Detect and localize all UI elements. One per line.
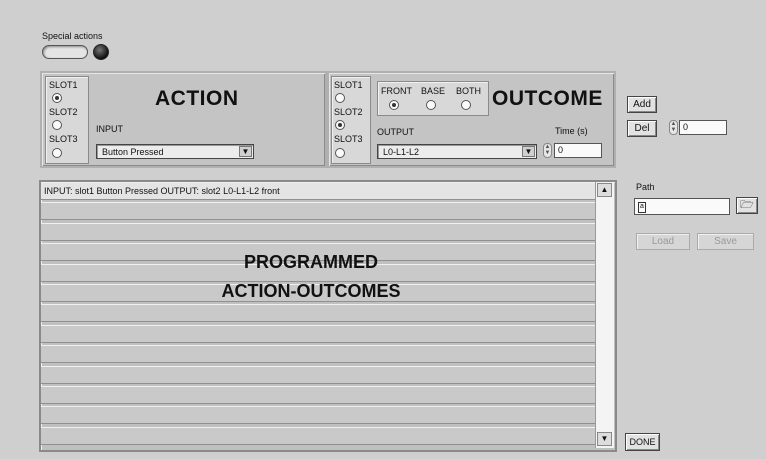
load-button[interactable]: Load xyxy=(636,233,690,250)
action-slot1-radio[interactable] xyxy=(52,93,62,103)
list-scrollbar[interactable]: ▲ ▼ xyxy=(595,182,614,448)
outcome-slot2-label: SLOT2 xyxy=(334,107,363,117)
outcome-slot3-label: SLOT3 xyxy=(334,134,363,144)
target-both-label: BOTH xyxy=(456,86,482,96)
outcome-slot-selector: SLOT1 SLOT2 SLOT3 xyxy=(331,76,371,164)
list-item[interactable] xyxy=(41,345,595,364)
special-actions-toggle[interactable] xyxy=(42,45,88,59)
target-base-label: BASE xyxy=(421,86,446,96)
action-slot3-label: SLOT3 xyxy=(49,134,78,144)
programmed-list[interactable]: INPUT: slot1 Button Pressed OUTPUT: slot… xyxy=(39,180,617,452)
list-overlay-title-line2: ACTION-OUTCOMES xyxy=(221,281,401,301)
save-button[interactable]: Save xyxy=(697,233,754,250)
target-selector: FRONT BASE BOTH xyxy=(377,81,489,116)
list-rows: INPUT: slot1 Button Pressed OUTPUT: slot… xyxy=(41,182,595,448)
list-overlay-title-line1: PROGRAMMED xyxy=(244,252,378,272)
target-both-radio[interactable] xyxy=(461,100,471,110)
list-item[interactable]: INPUT: slot1 Button Pressed OUTPUT: slot… xyxy=(41,182,595,200)
path-input[interactable]: a xyxy=(634,198,730,215)
control-panel-window: Special actions SLOT1 SLOT2 SLOT3 ACTION… xyxy=(0,0,766,459)
action-slot3-radio[interactable] xyxy=(52,148,62,158)
list-item[interactable] xyxy=(41,304,595,323)
time-label: Time (s) xyxy=(555,126,588,136)
outcome-slot1-label: SLOT1 xyxy=(334,80,363,90)
action-title: ACTION xyxy=(155,87,239,110)
outcome-slot2-radio[interactable] xyxy=(335,120,345,130)
browse-folder-button[interactable]: 🗁 xyxy=(736,197,758,214)
outcome-slot3-radio[interactable] xyxy=(335,148,345,158)
list-item[interactable] xyxy=(41,426,595,445)
outcome-title: OUTCOME xyxy=(492,87,603,110)
output-label: OUTPUT xyxy=(377,127,414,137)
list-item[interactable] xyxy=(41,324,595,343)
target-front-label: FRONT xyxy=(381,86,412,96)
scroll-up-icon[interactable]: ▲ xyxy=(597,183,612,197)
time-spinner-icon[interactable]: ▲ ▼ xyxy=(543,143,552,158)
special-actions-led-indicator xyxy=(93,44,109,60)
index-input[interactable]: 0 xyxy=(679,120,727,135)
index-spinner-icon[interactable]: ▲ ▼ xyxy=(669,120,678,135)
action-slot2-radio[interactable] xyxy=(52,120,62,130)
path-label: Path xyxy=(636,182,655,192)
outcome-slot1-radio[interactable] xyxy=(335,93,345,103)
output-dropdown-value: L0-L1-L2 xyxy=(383,147,420,157)
action-slot1-label: SLOT1 xyxy=(49,80,78,90)
list-item[interactable] xyxy=(41,202,595,221)
list-item[interactable] xyxy=(41,386,595,404)
list-item[interactable] xyxy=(41,406,595,425)
input-dropdown[interactable]: Button Pressed ▼ xyxy=(96,144,254,159)
list-item[interactable] xyxy=(41,222,595,241)
done-button[interactable]: DONE xyxy=(625,433,660,451)
target-front-radio[interactable] xyxy=(389,100,399,110)
add-button[interactable]: Add xyxy=(627,96,657,113)
special-actions-label: Special actions xyxy=(42,31,103,41)
action-slot-selector: SLOT1 SLOT2 SLOT3 xyxy=(45,76,89,164)
action-slot2-label: SLOT2 xyxy=(49,107,78,117)
time-input[interactable]: 0 xyxy=(554,143,602,158)
list-item[interactable] xyxy=(41,365,595,384)
folder-icon: 🗁 xyxy=(740,199,754,211)
chevron-down-icon[interactable]: ▼ xyxy=(239,146,252,157)
output-dropdown[interactable]: L0-L1-L2 ▼ xyxy=(377,144,537,159)
target-base-radio[interactable] xyxy=(426,100,436,110)
chevron-down-icon[interactable]: ▼ xyxy=(522,146,535,157)
path-type-icon: a xyxy=(638,202,646,213)
scroll-down-icon[interactable]: ▼ xyxy=(597,432,612,446)
input-dropdown-value: Button Pressed xyxy=(102,147,164,157)
input-label: INPUT xyxy=(96,124,123,134)
delete-button[interactable]: Del xyxy=(627,120,657,137)
